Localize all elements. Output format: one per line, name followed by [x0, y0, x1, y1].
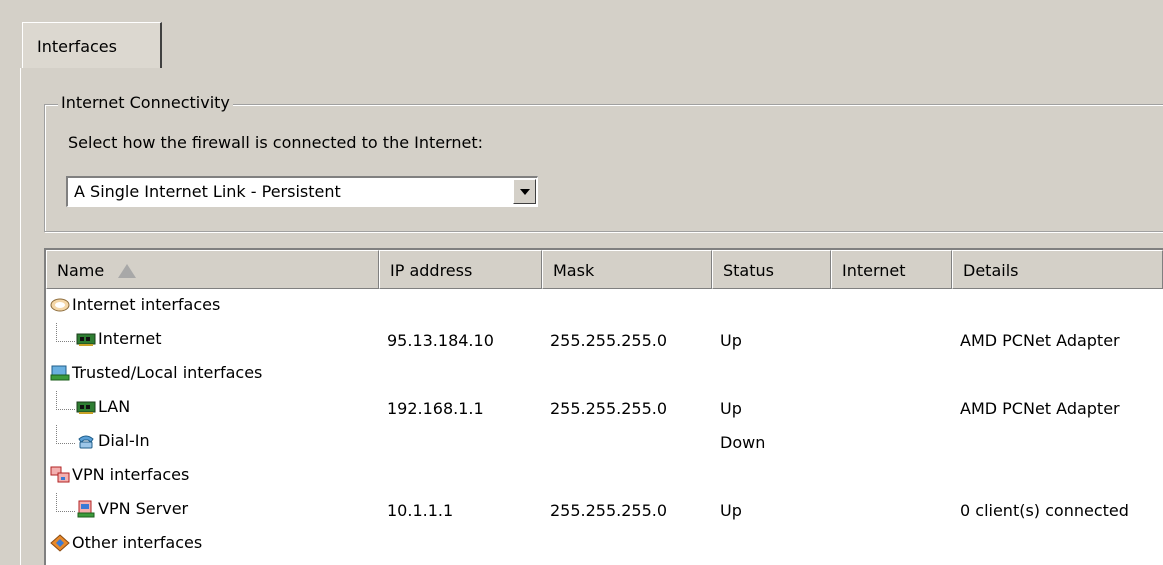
- table-row[interactable]: LAN 192.168.1.1 255.255.255.0 Up AMD PCN…: [46, 391, 1163, 425]
- tree-connector: [56, 391, 75, 410]
- group-label: VPN interfaces: [72, 465, 190, 484]
- tab-interfaces-label: Interfaces: [37, 37, 117, 56]
- group-label: Internet interfaces: [72, 295, 221, 314]
- dial-up-icon: [78, 435, 94, 448]
- list-header: Name IP address Mask Status Internet Det…: [46, 250, 1163, 289]
- column-header-details[interactable]: Details: [952, 250, 1163, 289]
- ip-address-cell: 95.13.184.10: [387, 331, 494, 350]
- chevron-down-icon: [520, 189, 530, 195]
- table-row[interactable]: Dial-In Down: [46, 425, 1163, 459]
- mask-cell: 255.255.255.0: [550, 399, 668, 418]
- details-cell: 0 client(s) connected: [960, 501, 1129, 520]
- group-label: Other interfaces: [72, 533, 203, 552]
- interface-name: Dial-In: [98, 431, 150, 450]
- status-cell: Up: [720, 399, 742, 418]
- connectivity-mode-value: A Single Internet Link - Persistent: [74, 182, 341, 201]
- column-header-mask[interactable]: Mask: [542, 250, 712, 289]
- details-cell: AMD PCNet Adapter: [960, 399, 1120, 418]
- status-cell: Up: [720, 501, 742, 520]
- status-cell: Down: [720, 433, 766, 452]
- interface-name: Internet: [98, 329, 162, 348]
- connectivity-group-title: Internet Connectivity: [58, 93, 233, 112]
- group-row-internet[interactable]: Internet interfaces: [46, 289, 1163, 323]
- mask-cell: 255.255.255.0: [550, 501, 668, 520]
- details-cell: AMD PCNet Adapter: [960, 331, 1120, 350]
- tab-strip: Interfaces: [0, 0, 1163, 70]
- network-card-icon: [76, 401, 96, 414]
- column-header-ip-address[interactable]: IP address: [379, 250, 542, 289]
- table-row[interactable]: VPN Server 10.1.1.1 255.255.255.0 Up 0 c…: [46, 493, 1163, 527]
- connectivity-mode-select[interactable]: A Single Internet Link - Persistent: [66, 176, 538, 207]
- column-header-name[interactable]: Name: [46, 250, 379, 289]
- table-row[interactable]: Internet 95.13.184.10 255.255.255.0 Up A…: [46, 323, 1163, 357]
- column-header-status[interactable]: Status: [712, 250, 831, 289]
- group-row-trusted-local[interactable]: Trusted/Local interfaces: [46, 357, 1163, 391]
- column-header-internet[interactable]: Internet: [831, 250, 952, 289]
- ip-address-cell: 10.1.1.1: [387, 501, 454, 520]
- dropdown-button[interactable]: [513, 179, 536, 204]
- status-cell: Up: [720, 331, 742, 350]
- ip-address-cell: 192.168.1.1: [387, 399, 484, 418]
- vpn-server-icon: [77, 500, 95, 517]
- sort-ascending-icon: [118, 264, 137, 278]
- interfaces-list[interactable]: Name IP address Mask Status Internet Det…: [44, 248, 1163, 565]
- network-card-icon: [76, 333, 96, 346]
- interface-name: LAN: [98, 397, 131, 416]
- local-network-icon: [50, 365, 70, 380]
- group-row-other[interactable]: Other interfaces: [46, 527, 1163, 561]
- group-label: Trusted/Local interfaces: [72, 363, 263, 382]
- interface-name: VPN Server: [98, 499, 189, 518]
- tree-connector: [56, 425, 75, 444]
- tree-connector: [56, 323, 75, 342]
- vpn-interfaces-icon: [50, 466, 70, 482]
- connectivity-prompt: Select how the firewall is connected to …: [68, 133, 484, 152]
- tree-connector: [56, 493, 75, 512]
- mask-cell: 255.255.255.0: [550, 331, 668, 350]
- connectivity-groupbox: [44, 104, 1163, 232]
- other-interfaces-icon: [50, 533, 70, 552]
- tab-interfaces[interactable]: Interfaces: [22, 22, 162, 68]
- cloud-icon: [50, 298, 70, 311]
- group-row-vpn[interactable]: VPN interfaces: [46, 459, 1163, 493]
